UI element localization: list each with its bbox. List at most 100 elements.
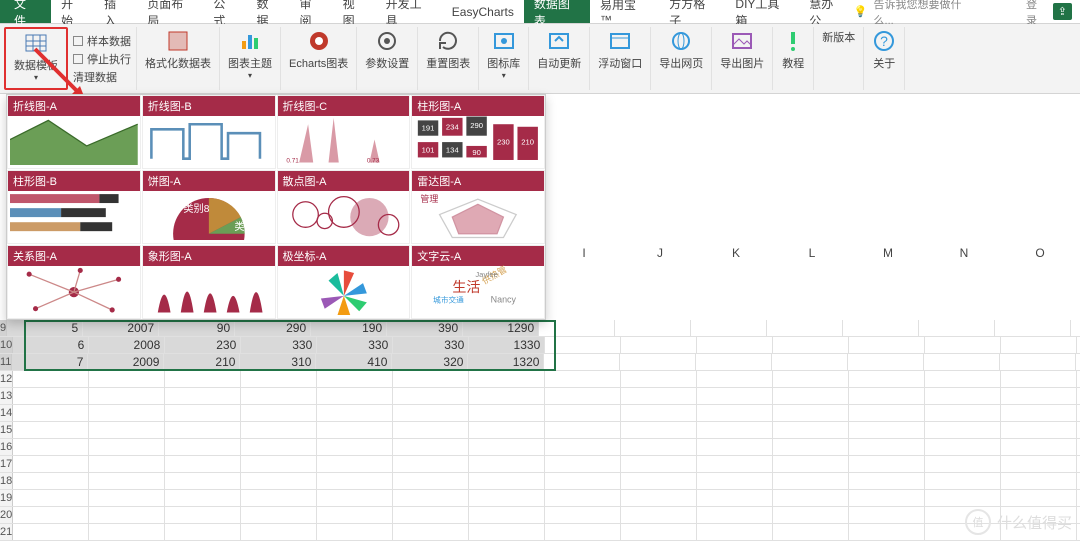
- watermark: 值 什么值得买: [965, 509, 1072, 535]
- svg-text:191: 191: [422, 124, 435, 133]
- about-button[interactable]: ?关于: [869, 27, 899, 73]
- svg-text:类别8: 类别8: [183, 202, 209, 215]
- export-img-button[interactable]: 导出图片: [717, 27, 767, 73]
- svg-text:Jayfee: Jayfee: [476, 270, 499, 279]
- svg-text:290: 290: [470, 121, 483, 130]
- tutorial-button[interactable]: 教程: [778, 27, 808, 73]
- update-icon: [547, 29, 571, 53]
- svg-text:类别1: 类别1: [234, 220, 260, 233]
- table-row[interactable]: 15: [0, 422, 1080, 439]
- gallery-radar-a[interactable]: 雷达图-A管理: [411, 170, 545, 244]
- menu-tab-2[interactable]: 页面布局: [137, 0, 203, 23]
- table-row[interactable]: 10620082303303303301330: [0, 337, 1080, 354]
- data-templates-button[interactable]: 数据模板 ▾: [11, 29, 61, 84]
- window-icon: [608, 29, 632, 53]
- table-row[interactable]: 11720092103104103201320: [0, 354, 1080, 371]
- ribbon-group-templates: 数据模板 ▾: [4, 27, 68, 90]
- sample-data-check[interactable]: 样本数据: [73, 32, 131, 50]
- table-row[interactable]: 19: [0, 490, 1080, 507]
- menu-tab-10[interactable]: 易用宝 ™: [590, 0, 659, 23]
- menu-tab-11[interactable]: 方方格子: [659, 0, 725, 23]
- globe-icon: [669, 29, 693, 53]
- svg-text:0.73: 0.73: [366, 158, 379, 165]
- menu-bar: 文件 开始 插入 页面布局 公式 数据 审阅 视图 开发工具 EasyChart…: [0, 0, 1080, 24]
- refresh-icon: [436, 29, 460, 53]
- data-templates-label: 数据模板: [14, 57, 58, 73]
- image-icon: [730, 29, 754, 53]
- float-window-button[interactable]: 浮动窗口: [595, 27, 645, 73]
- exclaim-icon: [781, 29, 805, 53]
- menu-tab-7[interactable]: 开发工具: [376, 0, 442, 23]
- question-icon: ?: [872, 29, 896, 53]
- ribbon: 数据模板 ▾ 样本数据 停止执行 清理数据 格式化数据表 图表主题▾ Echar…: [0, 24, 1080, 94]
- new-version-button[interactable]: 新版本: [819, 27, 858, 47]
- gallery-pie-a[interactable]: 饼图-A类别8类别1: [142, 170, 276, 244]
- menu-tab-12[interactable]: DIY工具箱: [725, 0, 799, 23]
- table-row[interactable]: 14: [0, 405, 1080, 422]
- clean-data-button[interactable]: 清理数据: [73, 68, 131, 86]
- menu-tab-1[interactable]: 插入: [94, 0, 137, 23]
- grid-rows[interactable]: 9520079029019039012901062008230330330330…: [0, 320, 1080, 541]
- format-table-icon: [166, 29, 190, 53]
- table-row[interactable]: 18: [0, 473, 1080, 490]
- table-row[interactable]: 13: [0, 388, 1080, 405]
- table-icon: [24, 31, 48, 55]
- svg-text:0.71: 0.71: [286, 158, 299, 165]
- library-icon: [492, 29, 516, 53]
- gallery-line-b[interactable]: 折线图-B: [142, 95, 276, 169]
- gallery-bar-a[interactable]: 柱形图-A19123429010113490230210: [411, 95, 545, 169]
- gallery-line-c[interactable]: 折线图-C0.710.73: [277, 95, 411, 169]
- menu-tab-5[interactable]: 审阅: [290, 0, 333, 23]
- icon-lib-button[interactable]: 图标库▾: [484, 27, 523, 82]
- reset-charts-button[interactable]: 重置图表: [423, 27, 473, 73]
- menu-tab-13[interactable]: 慧办公: [799, 0, 854, 23]
- svg-text:城市交通: 城市交通: [433, 294, 464, 304]
- svg-text:?: ?: [880, 33, 888, 49]
- stop-exec-check[interactable]: 停止执行: [73, 50, 131, 68]
- svg-text:134: 134: [446, 145, 460, 154]
- chart-theme-button[interactable]: 图表主题▾: [225, 27, 275, 82]
- svg-text:管理: 管理: [421, 193, 439, 204]
- gear-icon: [375, 29, 399, 53]
- format-table-button[interactable]: 格式化数据表: [142, 27, 214, 73]
- auto-update-button[interactable]: 自动更新: [534, 27, 584, 73]
- menu-tab-8[interactable]: EasyCharts: [442, 0, 524, 23]
- chart-gallery-dropdown: 折线图-A 折线图-B 折线图-C0.710.73 柱形图-A191234290…: [6, 94, 546, 320]
- gallery-wordcloud-a[interactable]: 文字云-A生活供热管城市交通NancyJayfee: [411, 245, 545, 319]
- table-row[interactable]: 12: [0, 371, 1080, 388]
- menu-tab-3[interactable]: 公式: [203, 0, 246, 23]
- gallery-relation-a[interactable]: 关系图-A: [7, 245, 141, 319]
- menu-tab-0[interactable]: 开始: [51, 0, 94, 23]
- echarts-button[interactable]: Echarts图表: [286, 27, 351, 73]
- svg-text:生活: 生活: [453, 279, 481, 295]
- table-row[interactable]: 21: [0, 524, 1080, 541]
- param-settings-button[interactable]: 参数设置: [362, 27, 412, 73]
- menu-file[interactable]: 文件: [0, 0, 51, 23]
- share-icon[interactable]: ⇪: [1053, 3, 1072, 20]
- table-row[interactable]: 20: [0, 507, 1080, 524]
- echarts-icon: [307, 29, 331, 53]
- table-row[interactable]: 952007902901903901290: [0, 320, 1080, 337]
- table-row[interactable]: 16: [0, 439, 1080, 456]
- gallery-line-a[interactable]: 折线图-A: [7, 95, 141, 169]
- menu-tab-9[interactable]: 数据图表: [524, 0, 590, 23]
- svg-text:101: 101: [422, 145, 435, 154]
- ribbon-group-data: 样本数据 停止执行 清理数据: [68, 27, 137, 90]
- chart-bar-icon: [238, 29, 262, 53]
- menu-tab-6[interactable]: 视图: [333, 0, 376, 23]
- svg-text:230: 230: [497, 138, 510, 147]
- export-web-button[interactable]: 导出网页: [656, 27, 706, 73]
- gallery-bar-b[interactable]: 柱形图-B: [7, 170, 141, 244]
- svg-text:90: 90: [473, 148, 482, 157]
- svg-text:210: 210: [522, 138, 535, 147]
- menu-tab-4[interactable]: 数据: [246, 0, 289, 23]
- svg-text:234: 234: [446, 122, 460, 131]
- table-row[interactable]: 17: [0, 456, 1080, 473]
- gallery-pictorial-a[interactable]: 象形图-A: [142, 245, 276, 319]
- svg-text:Nancy: Nancy: [491, 294, 517, 304]
- watermark-icon: 值: [965, 509, 991, 535]
- column-headers: IJKLMNOPQ: [546, 244, 1080, 264]
- gallery-polar-a[interactable]: 极坐标-A: [277, 245, 411, 319]
- gallery-scatter-a[interactable]: 散点图-A: [277, 170, 411, 244]
- lightbulb-icon: 💡: [854, 5, 868, 18]
